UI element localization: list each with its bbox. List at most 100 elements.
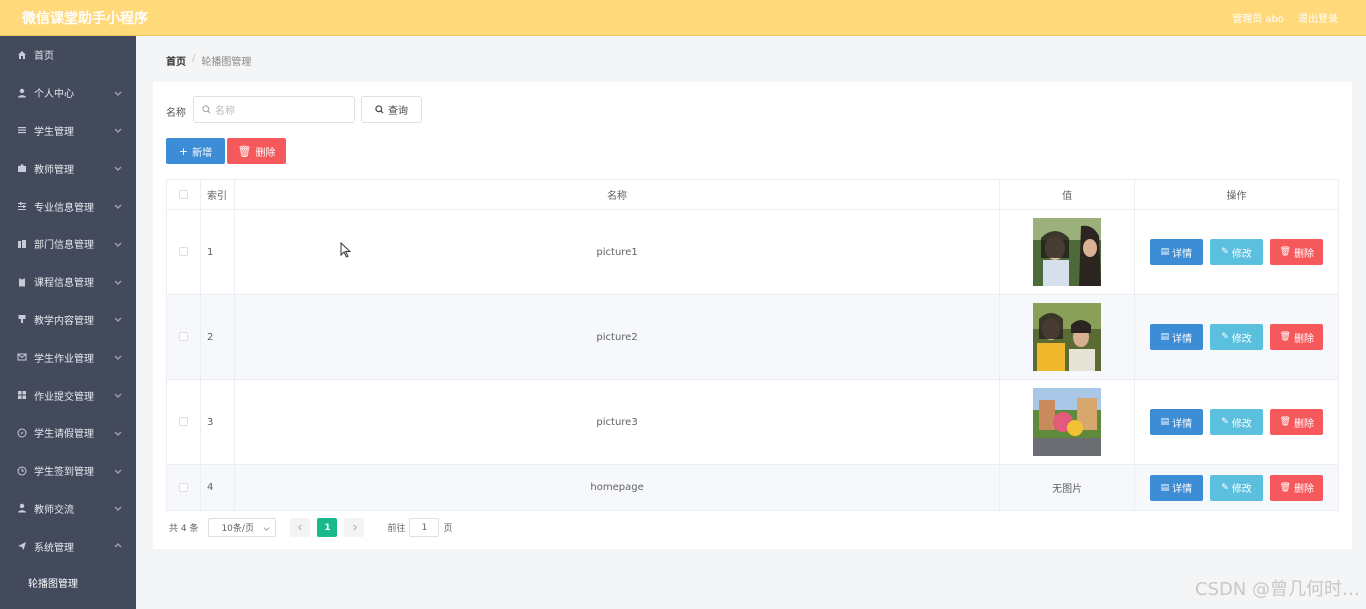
header-actions: 管理员 abo 退出登录 <box>1232 10 1338 25</box>
pagination-total: 共 4 条 <box>169 524 199 534</box>
sidebar-item-submissions[interactable]: 作业提交管理 <box>0 376 136 414</box>
page-suffix: 页 <box>443 524 453 534</box>
detail-button-label: 详情 <box>1172 248 1193 260</box>
detail-button[interactable]: ▤ 详情 <box>1149 239 1203 265</box>
row-checkbox[interactable] <box>178 482 188 492</box>
detail-button-label: 详情 <box>1172 333 1193 345</box>
delete-button-label: 删除 <box>1293 484 1314 495</box>
edit-button[interactable]: ✎ 修改 <box>1210 324 1264 350</box>
edit-button[interactable]: ✎ 修改 <box>1210 409 1264 435</box>
chevron-right-icon <box>353 524 358 531</box>
grid-icon <box>16 389 28 401</box>
sidebar-item-label: 学生请假管理 <box>34 429 94 441</box>
search-icon <box>202 105 211 114</box>
sidebar-item-label: 专业信息管理 <box>34 202 94 214</box>
mail-icon <box>16 351 28 363</box>
add-button[interactable]: + 新增 <box>166 138 225 164</box>
pagination: 共 4 条 10条/页 1 前往 1 页 <box>169 518 452 537</box>
sidebar-item-leave[interactable]: 学生请假管理 <box>0 414 136 452</box>
page-size-select[interactable]: 10条/页 <box>208 518 277 537</box>
document-icon: ▤ <box>1160 482 1170 493</box>
delete-button[interactable]: 🗑 删除 <box>1270 409 1324 435</box>
sidebar-subitem-carousel[interactable]: 轮播图管理 <box>0 565 136 600</box>
row-checkbox[interactable] <box>178 332 188 341</box>
sidebar-item-label: 系统管理 <box>34 542 74 554</box>
current-user[interactable]: 管理员 abo <box>1232 10 1284 25</box>
pencil-icon: ✎ <box>1221 247 1229 257</box>
watermark: CSDN @曾几何时… <box>1194 579 1360 600</box>
row-checkbox[interactable] <box>178 417 188 426</box>
pencil-icon: ✎ <box>1221 482 1229 493</box>
add-button-label: 新增 <box>192 147 213 159</box>
row-actions: ▤ 详情 ✎ 修改 🗑 删除 <box>1134 209 1339 295</box>
sidebar-item-teachers[interactable]: 教师管理 <box>0 149 136 187</box>
trash-icon: 🗑 <box>1279 332 1291 342</box>
chevron-left-icon <box>297 524 302 531</box>
row-value <box>999 294 1136 380</box>
delete-button[interactable]: 🗑 删除 <box>1270 324 1324 350</box>
page-number-current[interactable]: 1 <box>317 518 338 537</box>
sidebar-item-majors[interactable]: 专业信息管理 <box>0 187 136 225</box>
data-table: 索引 名称 值 操作 1 picture1 ▤ 详情 ✎ 修改 🗑 删除 2 p… <box>166 179 1339 511</box>
sidebar-item-label: 学生作业管理 <box>34 353 94 365</box>
sidebar-item-checkin[interactable]: 学生签到管理 <box>0 452 136 490</box>
edit-button-label: 修改 <box>1231 248 1252 260</box>
search-placeholder: 名称 <box>215 106 235 117</box>
detail-button[interactable]: ▤ 详情 <box>1149 324 1203 350</box>
detail-button[interactable]: ▤ 详情 <box>1149 474 1203 501</box>
chevron-down-icon <box>114 315 122 323</box>
next-page-button[interactable] <box>344 518 365 537</box>
sidebar-item-label: 首页 <box>34 51 54 63</box>
carousel-image-thumbnail[interactable] <box>1033 388 1102 456</box>
logout-link[interactable]: 退出登录 <box>1298 10 1338 25</box>
sidebar-item-homework[interactable]: 学生作业管理 <box>0 338 136 376</box>
sidebar-item-teacher-exchange[interactable]: 教师交流 <box>0 490 136 528</box>
carousel-image-thumbnail[interactable] <box>1033 303 1102 371</box>
trash-icon: 🗑 <box>237 144 252 158</box>
clock-icon <box>16 465 28 477</box>
delete-button[interactable]: 🗑 删除 <box>1270 239 1324 265</box>
sidebar-item-label: 作业提交管理 <box>34 391 94 403</box>
app-title: 微信课堂助手小程序 <box>22 11 148 27</box>
sidebar: 首页 个人中心 学生管理 教师管理 专业信息管理 部门信息管理 课程信息管理 教… <box>0 36 136 609</box>
carousel-image-thumbnail[interactable] <box>1033 218 1102 286</box>
edit-button[interactable]: ✎ 修改 <box>1210 474 1264 501</box>
chevron-down-icon <box>114 353 122 361</box>
podium-icon <box>16 313 28 325</box>
query-button[interactable]: 查询 <box>361 96 422 123</box>
sidebar-item-courses[interactable]: 课程信息管理 <box>0 263 136 301</box>
chevron-down-icon <box>114 504 122 512</box>
sidebar-item-label: 教学内容管理 <box>34 315 94 327</box>
breadcrumb-home[interactable]: 首页 <box>166 53 186 68</box>
breadcrumb-separator: / <box>192 53 196 64</box>
goto-page-input[interactable]: 1 <box>409 518 440 537</box>
sidebar-item-students[interactable]: 学生管理 <box>0 112 136 150</box>
send-icon <box>16 540 28 552</box>
goto-label: 前往 <box>387 524 406 534</box>
pencil-icon: ✎ <box>1221 417 1229 427</box>
user-icon <box>16 87 28 99</box>
plus-icon: + <box>178 144 189 158</box>
document-icon: ▤ <box>1160 332 1170 342</box>
select-all-cell <box>166 179 201 210</box>
sliders-icon <box>16 200 28 212</box>
sidebar-item-departments[interactable]: 部门信息管理 <box>0 225 136 263</box>
pencil-icon: ✎ <box>1221 332 1229 342</box>
building-icon <box>16 238 28 250</box>
detail-button[interactable]: ▤ 详情 <box>1149 409 1203 435</box>
edit-button[interactable]: ✎ 修改 <box>1210 239 1264 265</box>
document-icon: ▤ <box>1160 247 1170 257</box>
batch-delete-button[interactable]: 🗑 删除 <box>227 138 286 164</box>
sidebar-item-system[interactable]: 系统管理 <box>0 527 136 565</box>
sidebar-item-teaching-content[interactable]: 教学内容管理 <box>0 301 136 339</box>
chevron-down-icon <box>114 202 122 210</box>
delete-button[interactable]: 🗑 删除 <box>1270 474 1324 501</box>
select-all-checkbox[interactable] <box>178 189 188 199</box>
sidebar-item-personal[interactable]: 个人中心 <box>0 74 136 112</box>
prev-page-button[interactable] <box>290 518 311 537</box>
delete-button-label: 删除 <box>255 147 276 159</box>
search-input[interactable]: 名称 <box>193 96 355 123</box>
user-icon <box>16 502 28 514</box>
sidebar-item-home[interactable]: 首页 <box>0 36 136 74</box>
row-checkbox[interactable] <box>178 247 188 256</box>
